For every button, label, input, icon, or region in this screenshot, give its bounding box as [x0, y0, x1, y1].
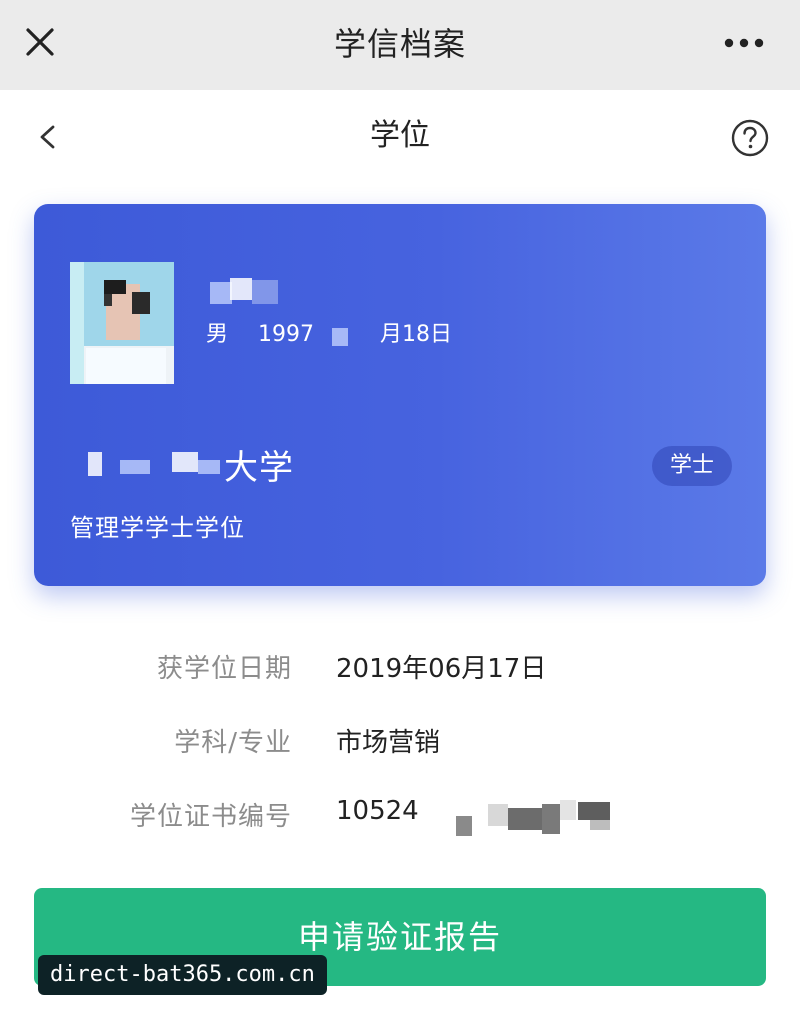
app-top-bar: 学信档案 [0, 0, 800, 90]
info-row-major: 学科/专业 市场营销 [0, 722, 800, 762]
gender: 男 [206, 322, 229, 347]
info-row-certificate: 学位证书编号 10524 [0, 796, 800, 836]
info-label: 学位证书编号 [129, 802, 292, 832]
app-title: 学信档案 [333, 25, 466, 63]
degree-name: 管理学学士学位 [70, 514, 245, 542]
help-icon[interactable] [730, 118, 770, 158]
degree-card: 男 1997 月18日 大学 管理学学士学位 学士 [34, 204, 766, 586]
degree-badge: 学士 [651, 446, 732, 486]
info-row-date: 获学位日期 2019年06月17日 [0, 648, 800, 688]
info-value: 2019年06月17日 [336, 654, 547, 684]
info-label: 学科/专业 [174, 728, 292, 758]
page-header: 学位 [0, 92, 800, 182]
watermark: direct-bat365.com.cn [38, 955, 327, 995]
info-value: 10524 [336, 796, 419, 826]
university-name: 大学 [224, 448, 294, 488]
more-icon[interactable] [724, 36, 764, 50]
birth-redacted [332, 328, 348, 346]
info-label: 获学位日期 [156, 654, 292, 684]
page-title: 学位 [370, 118, 430, 153]
info-value: 市场营销 [336, 728, 441, 758]
birth-suffix: 月18日 [380, 322, 453, 347]
birth-prefix: 1997 [258, 322, 315, 347]
avatar [70, 262, 174, 384]
gender-birth-line: 男 1997 月18日 [206, 316, 452, 348]
